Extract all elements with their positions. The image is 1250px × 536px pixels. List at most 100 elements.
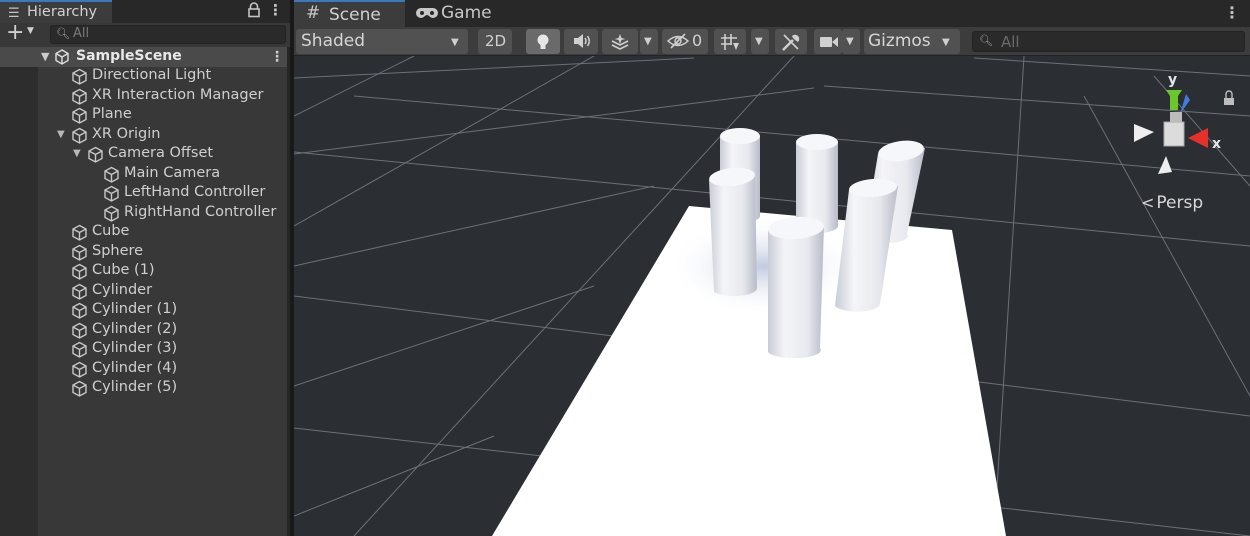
gameobject-cube-icon bbox=[72, 283, 87, 300]
camera-dropdown-button[interactable]: ▼ bbox=[842, 29, 860, 54]
plus-icon: + bbox=[6, 20, 25, 45]
gameobject-cube-icon bbox=[72, 88, 87, 105]
scene-menu-icon[interactable]: ⋮ bbox=[270, 49, 284, 65]
lighting-toggle-button[interactable] bbox=[526, 29, 560, 54]
hierarchy-panel: ☰ Hierarchy ⋮ + ▼ 🔍︎ All ▼ SampleScene ⋮… bbox=[0, 0, 290, 536]
hierarchy-item-label: Camera Offset bbox=[108, 145, 214, 161]
hierarchy-item[interactable]: XR Interaction Manager bbox=[0, 87, 287, 107]
expand-arrow-icon[interactable]: ▼ bbox=[41, 50, 49, 63]
expand-arrow-icon[interactable]: ▼ bbox=[57, 129, 65, 140]
chevron-down-icon: ▼ bbox=[942, 37, 950, 48]
gameobject-cube-icon bbox=[72, 302, 87, 319]
hierarchy-item[interactable]: Cylinder (4) bbox=[0, 360, 287, 380]
scene-search-input[interactable]: 🔍︎ All bbox=[972, 31, 1245, 52]
speaker-icon bbox=[574, 34, 590, 48]
hierarchy-item-label: Cylinder (2) bbox=[92, 320, 178, 337]
gameobject-cube-icon bbox=[72, 322, 87, 339]
scene-viewport[interactable]: y x < Persp bbox=[294, 56, 1250, 536]
hierarchy-item-label: LeftHand Controller bbox=[124, 184, 266, 200]
wrench-icon bbox=[782, 34, 800, 51]
search-icon: 🔍︎ bbox=[56, 27, 70, 40]
hierarchy-search-placeholder: All bbox=[73, 26, 90, 41]
layers-icon bbox=[611, 34, 629, 50]
hierarchy-item[interactable]: Plane bbox=[0, 106, 287, 126]
unity-logo-icon bbox=[55, 49, 69, 65]
chevron-down-icon: ▼ bbox=[755, 36, 763, 47]
scene-header-row[interactable]: ▼ SampleScene ⋮ bbox=[0, 47, 287, 67]
hierarchy-item-label: Cylinder (5) bbox=[92, 379, 178, 395]
effects-button[interactable] bbox=[602, 29, 638, 54]
scene-visibility-button[interactable]: 0 bbox=[662, 29, 708, 54]
hierarchy-item-label: Cylinder (1) bbox=[92, 301, 178, 317]
grid-dropdown-button[interactable]: ▼ bbox=[751, 29, 769, 54]
light-bulb-icon bbox=[537, 34, 549, 49]
hierarchy-item[interactable]: Main Camera bbox=[0, 165, 287, 185]
hierarchy-item[interactable]: Cylinder bbox=[0, 282, 287, 302]
hierarchy-item[interactable]: Cylinder (2) bbox=[0, 321, 287, 341]
gizmos-dropdown[interactable]: Gizmos ▼ bbox=[864, 29, 960, 54]
hierarchy-item[interactable]: LeftHand Controller bbox=[0, 184, 287, 204]
gizmo-lock-icon[interactable] bbox=[1225, 90, 1233, 98]
hierarchy-item-label: Main Camera bbox=[124, 164, 221, 181]
hierarchy-item[interactable]: Cube bbox=[0, 223, 287, 243]
tab-scene[interactable]: # Scene bbox=[294, 0, 405, 27]
hierarchy-item-label: Plane bbox=[92, 106, 132, 122]
hierarchy-search-input[interactable]: 🔍︎ All bbox=[50, 25, 286, 44]
gameobject-cube-icon bbox=[72, 127, 87, 144]
audio-toggle-button[interactable] bbox=[564, 29, 598, 54]
hierarchy-item-label: RightHand Controller bbox=[124, 203, 277, 220]
scene-search-placeholder: All bbox=[1001, 33, 1020, 51]
grid-toggle-button[interactable] bbox=[714, 29, 746, 54]
gameobject-cube-icon bbox=[72, 224, 87, 241]
chevron-down-icon: ▼ bbox=[451, 37, 459, 48]
grid-icon: # bbox=[306, 3, 321, 23]
camera-settings-button[interactable] bbox=[814, 29, 842, 54]
gameobject-cube-icon bbox=[72, 380, 87, 397]
draw-mode-label: Shaded bbox=[301, 31, 366, 51]
effects-dropdown-button[interactable]: ▼ bbox=[640, 29, 658, 54]
hierarchy-menu-icon[interactable]: ⋮ bbox=[268, 2, 283, 18]
2d-toggle-button[interactable]: 2D bbox=[478, 29, 512, 54]
chevron-down-icon: ▼ bbox=[644, 36, 652, 47]
hierarchy-item-label: Cube (1) bbox=[92, 262, 155, 278]
hierarchy-item[interactable]: ▼ XR Origin bbox=[0, 126, 287, 146]
gizmo-x-axis[interactable] bbox=[1188, 128, 1208, 148]
gameobject-cube-icon bbox=[72, 341, 87, 358]
hierarchy-item-label: Cylinder bbox=[92, 281, 153, 298]
hierarchy-tree: ▼ SampleScene ⋮ Directional Light XR Inte… bbox=[0, 47, 290, 536]
gamepad-icon bbox=[416, 8, 438, 18]
gameobject-cube-icon bbox=[72, 244, 87, 261]
scene-panel-menu-icon[interactable]: ⋮ bbox=[1224, 3, 1240, 22]
hierarchy-item[interactable]: Cube (1) bbox=[0, 262, 287, 282]
hidden-objects-count: 0 bbox=[692, 31, 703, 50]
hierarchy-toolbar: + ▼ 🔍︎ All bbox=[0, 20, 290, 47]
hierarchy-item[interactable]: RightHand Controller bbox=[0, 204, 287, 224]
chevron-down-icon: ▼ bbox=[846, 36, 854, 47]
hierarchy-item-label: XR Interaction Manager bbox=[92, 86, 264, 103]
gameobject-cube-icon bbox=[72, 361, 87, 378]
expand-arrow-icon[interactable]: ▼ bbox=[73, 148, 81, 159]
projection-toggle[interactable]: < Persp bbox=[1141, 193, 1203, 213]
2d-toggle-label: 2D bbox=[485, 32, 507, 50]
hierarchy-item[interactable]: Sphere bbox=[0, 243, 287, 263]
hierarchy-item[interactable]: ▼ Camera Offset bbox=[0, 145, 287, 165]
hierarchy-item[interactable]: Cylinder (3) bbox=[0, 340, 287, 360]
hierarchy-item-label: Cylinder (3) bbox=[92, 340, 178, 356]
chevron-down-icon: ▼ bbox=[27, 26, 34, 36]
gizmo-x-label: x bbox=[1212, 136, 1221, 152]
tab-game[interactable]: Game bbox=[405, 0, 501, 27]
tools-button[interactable] bbox=[775, 29, 807, 54]
hierarchy-item[interactable]: Directional Light bbox=[0, 67, 287, 87]
scene-panel: # Scene Game ⋮ Shaded ▼ 2D ▼ 0 ▼ ▼ Gizmo… bbox=[294, 0, 1250, 536]
gameobject-cube-icon bbox=[104, 205, 119, 222]
hidden-eye-icon bbox=[667, 33, 689, 49]
grid-snap-icon bbox=[721, 34, 739, 50]
gizmo-z-axis[interactable] bbox=[1180, 94, 1190, 114]
orientation-gizmo[interactable]: y x bbox=[1126, 66, 1246, 186]
scene-tab-bar: # Scene Game ⋮ bbox=[294, 0, 1250, 27]
hierarchy-item[interactable]: Cylinder (5) bbox=[0, 379, 287, 399]
create-button[interactable]: + ▼ bbox=[6, 20, 40, 46]
draw-mode-dropdown[interactable]: Shaded ▼ bbox=[296, 29, 468, 54]
hierarchy-item[interactable]: Cylinder (1) bbox=[0, 301, 287, 321]
lock-icon[interactable] bbox=[247, 1, 261, 19]
